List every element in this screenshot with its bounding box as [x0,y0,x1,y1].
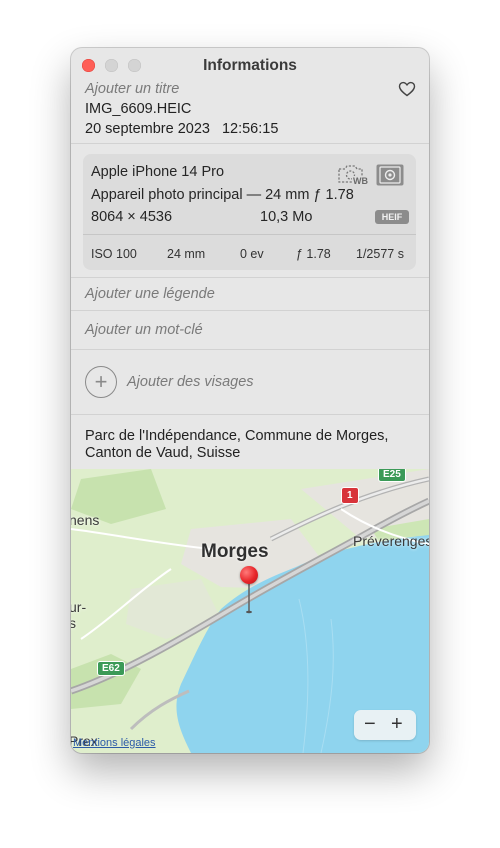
title-input[interactable]: Ajouter un titre [85,81,179,97]
format-badge: HEIF [375,210,409,224]
divider [71,349,429,350]
legal-notices-link[interactable]: Mentions légales [73,737,156,749]
map-zoom-control: − + [354,710,416,740]
exposure-value: 0 ev [240,247,264,261]
wb-label: WB [352,176,369,186]
window-title: Informations [203,57,297,74]
zoom-in-button[interactable]: + [391,713,403,735]
road-badge-1: 1 [341,487,359,504]
aperture-value: ƒ 1.78 [296,247,331,261]
time-value: 12:56:15 [221,121,279,137]
title-bar: Informations [71,48,429,84]
divider [71,414,429,415]
divider [71,310,429,311]
lens-label: Appareil photo principal — 24 mm ƒ 1.78 [91,187,354,203]
camera-info-card: Apple iPhone 14 Pro Appareil photo princ… [83,154,416,270]
heart-icon[interactable] [398,81,416,102]
map-town-label: Préverenges [353,533,429,549]
raw-wb-camera-icon: WB [337,162,369,188]
zoom-out-button[interactable]: − [364,713,376,735]
divider [71,277,429,278]
iso-value: ISO 100 [91,247,137,261]
add-symbol: + [94,369,108,394]
resolution-label: 8064 × 4536 [91,209,173,225]
card-divider [83,234,416,235]
date-value: 20 septembre 2023 [85,121,210,137]
road-badge-e62: E62 [97,661,125,676]
map-town-label: ur- [71,599,87,615]
map-city-label: Morges [201,541,269,562]
road-badge-e25: E25 [378,469,406,482]
info-window: Informations Ajouter un titre IMG_6609.H… [71,48,429,753]
map-town-label: s [71,615,76,631]
add-faces-button[interactable]: Ajouter des visages [127,374,254,390]
keyword-input[interactable]: Ajouter un mot-clé [85,322,203,338]
focal-length-value: 24 mm [167,247,206,261]
caption-input[interactable]: Ajouter une légende [85,286,215,302]
device-label: Apple iPhone 14 Pro [91,164,225,180]
file-size-label: 10,3 Mo [260,209,313,225]
shutter-speed-value: 1/2577 s [356,247,404,261]
divider [71,143,429,144]
location-pin-icon [240,566,258,584]
location-line-1: Parc de l'Indépendance, Commune de Morge… [85,428,389,444]
exposure-camera-icon [375,162,405,188]
location-line-2: Canton de Vaud, Suisse [85,445,241,461]
filename-label: IMG_6609.HEIC [85,101,192,117]
map-town-label: nens [71,512,100,528]
location-map[interactable]: Morges Préverenges nens ur- s Prex E62 E… [71,469,429,753]
date-label: 20 septembre 2023 12:56:15 [85,121,278,137]
add-faces-icon[interactable]: + [85,366,117,398]
